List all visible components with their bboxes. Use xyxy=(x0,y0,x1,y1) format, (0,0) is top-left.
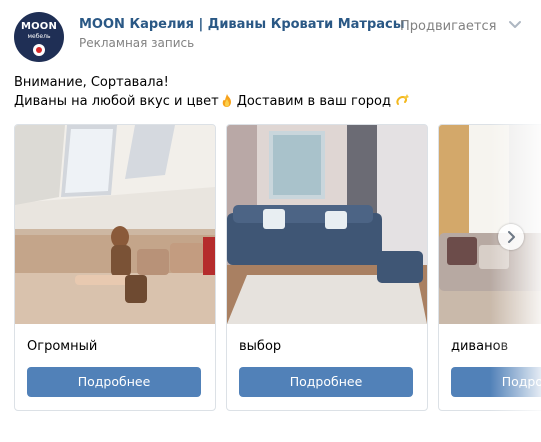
card-title: выбор xyxy=(239,339,282,354)
logo-mark-icon xyxy=(33,44,45,56)
carousel-card-2[interactable]: выбор Подробнее xyxy=(226,124,428,411)
card-image-blue-sofa[interactable] xyxy=(227,125,427,324)
post-text-line-2: Диваны на любой вкус и цвет Доставим в в… xyxy=(14,92,409,111)
more-button[interactable]: Подробнее xyxy=(239,367,413,397)
post-text: Внимание, Сортавала! Диваны на любой вку… xyxy=(14,73,409,111)
ad-post: MOON мебель MOON Карелия | Диваны Кроват… xyxy=(0,0,541,442)
post-text-line-2b: Доставим в ваш город xyxy=(236,94,391,109)
more-button[interactable]: Подробнее xyxy=(451,367,541,397)
logo-subtext: мебель xyxy=(27,33,51,40)
dizzy-emoji-icon xyxy=(396,94,409,105)
carousel-next-button[interactable] xyxy=(498,224,524,250)
card-image-living-room[interactable] xyxy=(439,125,541,324)
card-title: Огромный xyxy=(27,339,98,354)
fire-emoji-icon xyxy=(222,94,231,107)
carousel-card-3[interactable]: диванов Подробнее xyxy=(438,124,541,411)
chevron-down-icon[interactable] xyxy=(508,17,522,31)
carousel: Огромный Подробнее выбор Подробнее диван… xyxy=(0,124,541,442)
page-name-link[interactable]: MOON Карелия | Диваны Кровати Матрасы xyxy=(79,17,405,32)
page-avatar[interactable]: MOON мебель xyxy=(14,12,64,62)
ad-label: Рекламная запись xyxy=(79,36,195,50)
post-text-line-1: Внимание, Сортавала! xyxy=(14,75,169,90)
post-text-line-2a: Диваны на любой вкус и цвет xyxy=(14,94,219,109)
card-title: диванов xyxy=(451,339,509,354)
card-image-sofa-woman[interactable] xyxy=(15,125,215,324)
logo-text: MOON xyxy=(20,21,58,32)
chevron-right-icon xyxy=(508,231,515,243)
promoted-label: Продвигается xyxy=(400,19,497,34)
carousel-card-1[interactable]: Огромный Подробнее xyxy=(14,124,216,411)
post-header: MOON мебель MOON Карелия | Диваны Кроват… xyxy=(0,0,541,64)
more-button[interactable]: Подробнее xyxy=(27,367,201,397)
